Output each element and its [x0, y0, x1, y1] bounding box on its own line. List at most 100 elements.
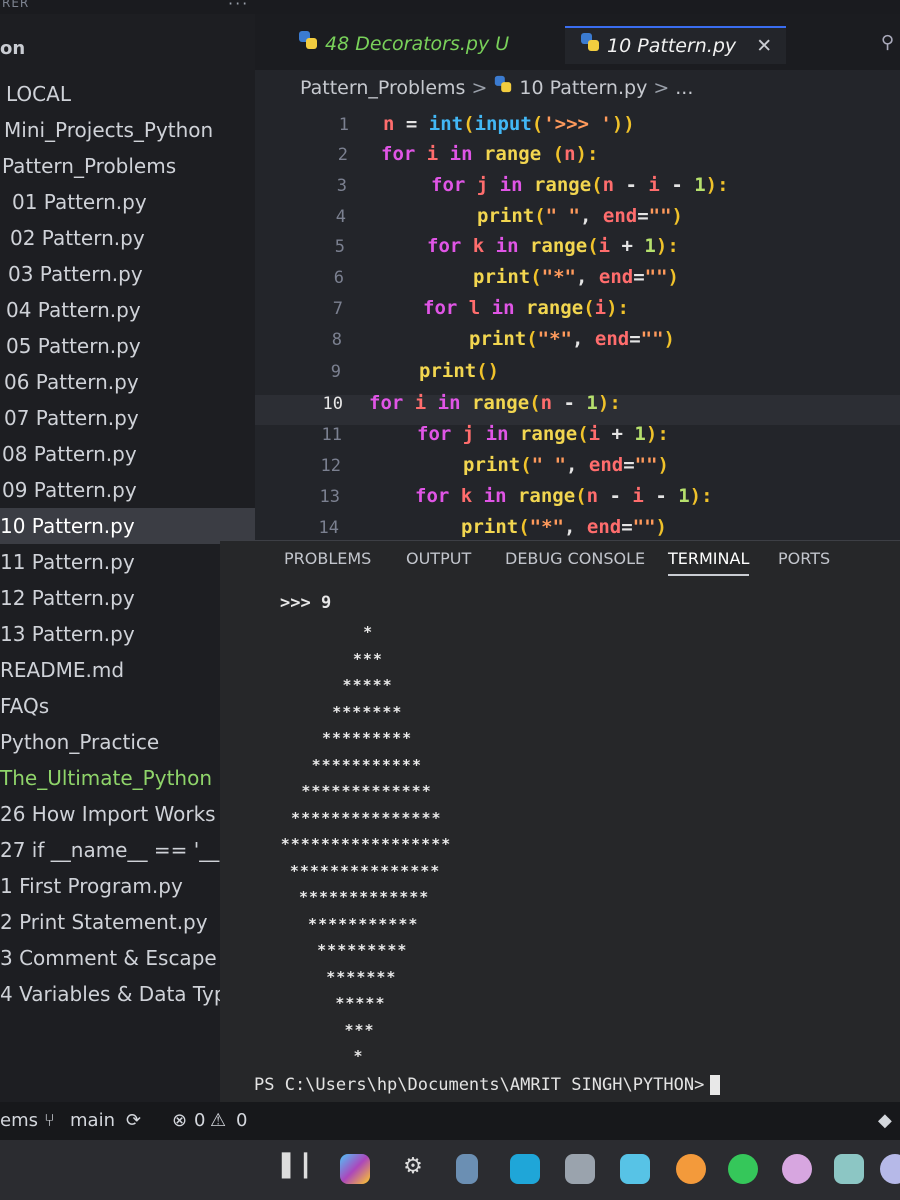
sidebar-item[interactable]: 12 Pattern.py [0, 580, 255, 616]
sidebar-item[interactable]: 01 Pattern.py [0, 184, 255, 220]
terminal-output-line: *** [352, 649, 383, 668]
close-icon[interactable]: ✕ [756, 35, 772, 57]
sidebar-item[interactable]: The_Ultimate_Python [0, 760, 255, 796]
app-icon[interactable] [620, 1154, 650, 1184]
terminal-output-line: *********** [308, 914, 419, 933]
app-icon[interactable] [782, 1154, 812, 1184]
sidebar-item[interactable]: LOCAL [0, 76, 255, 112]
terminal-prompt[interactable]: PS C:\Users\hp\Documents\AMRIT SINGH\PYT… [254, 1075, 721, 1095]
whatsapp-icon[interactable] [728, 1154, 758, 1184]
code-line-5: for k in range(i + 1): [427, 235, 679, 257]
breadcrumb-symbol[interactable]: ... [675, 77, 693, 99]
tab-debug-console[interactable]: DEBUG CONSOLE [505, 549, 645, 568]
sidebar-item[interactable]: Mini_Projects_Python [0, 112, 255, 148]
sidebar-item[interactable]: 02 Pattern.py [0, 220, 255, 256]
sidebar-item[interactable]: 11 Pattern.py [0, 544, 255, 580]
os-taskbar: ▌┃ ⚙ [0, 1140, 900, 1200]
sidebar-item-label: 07 Pattern.py [4, 406, 139, 430]
sidebar-item-label: 13 Pattern.py [0, 622, 135, 646]
line-number: 14 [318, 518, 339, 538]
line-number: 8 [331, 330, 342, 350]
app-icon[interactable] [834, 1154, 864, 1184]
code-line-13: for k in range(n - i - 1): [415, 485, 713, 507]
breadcrumb-folder[interactable]: Pattern_Problems [300, 77, 465, 99]
sidebar-item[interactable]: 3 Comment & Escape S... [0, 940, 255, 976]
line-number: 5 [334, 237, 345, 257]
line-number: 4 [335, 207, 346, 227]
code-line-7: for l in range(i): [423, 297, 629, 319]
search-icon[interactable]: ⚲ [881, 32, 894, 53]
terminal-output-line: * [363, 623, 374, 641]
sidebar-item[interactable]: 1 First Program.py [0, 868, 255, 904]
terminal-output-line: *** [344, 1020, 375, 1039]
copilot-icon[interactable] [340, 1154, 370, 1184]
line-number: 12 [320, 456, 341, 476]
code-line-9: print() [419, 360, 500, 382]
app-icon[interactable] [880, 1154, 900, 1184]
sync-icon[interactable]: ⟳ [126, 1110, 141, 1131]
sidebar-item[interactable]: 26 How Import Works [0, 796, 255, 832]
file-explorer-icon[interactable] [456, 1154, 478, 1184]
tab-terminal[interactable]: TERMINAL [668, 549, 750, 576]
sidebar-item[interactable]: 09 Pattern.py [0, 472, 255, 508]
code-line-10: for i in range(n - 1): [369, 392, 621, 414]
git-branch-icon: ⑂ [44, 1110, 55, 1131]
sidebar-item[interactable]: 10 Pattern.py [0, 508, 255, 544]
terminal-output-line: ***** [342, 676, 393, 694]
terminal-output-line: ************* [298, 888, 430, 906]
git-branch[interactable]: main [70, 1110, 115, 1131]
browser-icon[interactable] [676, 1154, 706, 1184]
terminal-output-line: ***************** [280, 835, 452, 853]
sidebar-item-label: 2 Print Statement.py [0, 910, 208, 934]
store-icon[interactable] [510, 1154, 540, 1184]
sidebar-item[interactable]: 04 Pattern.py [0, 292, 255, 328]
explorer-sidebar: on LOCAL Mini_Projects_Python Pattern_Prob… [0, 14, 255, 1102]
python-icon [493, 75, 513, 99]
status-label[interactable]: ems [0, 1110, 38, 1131]
sidebar-item-label: 05 Pattern.py [6, 334, 141, 358]
settings-gear-icon[interactable]: ⚙ [398, 1154, 428, 1184]
sidebar-item[interactable]: 13 Pattern.py [0, 616, 255, 652]
breadcrumb: Pattern_Problems > 10 Pattern.py >... [300, 74, 693, 99]
sidebar-item[interactable]: 05 Pattern.py [0, 328, 255, 364]
explorer-title: RER [2, 0, 30, 10]
task-view-icon[interactable]: ▌┃ [282, 1154, 312, 1184]
app-icon[interactable] [565, 1154, 595, 1184]
sidebar-item[interactable]: 4 Variables & Data Typ... [0, 976, 255, 1012]
line-number: 1 [338, 115, 349, 135]
line-number: 9 [330, 362, 341, 382]
terminal-output-line: ************* [301, 782, 432, 800]
sidebar-item[interactable]: Pattern_Problems [0, 148, 255, 184]
line-number: 3 [336, 176, 347, 196]
terminal-cursor [710, 1075, 721, 1095]
sidebar-item[interactable]: Python_Practice [0, 724, 255, 760]
terminal-output-line: *************** [289, 861, 441, 880]
code-line-14: print("*", end="") [461, 516, 667, 538]
sidebar-item[interactable]: README.md [0, 652, 255, 688]
tab-output[interactable]: OUTPUT [406, 549, 471, 568]
error-count[interactable]: 0 [194, 1110, 205, 1131]
sidebar-item[interactable]: FAQs [0, 688, 255, 724]
more-actions-icon[interactable]: ··· [228, 0, 249, 13]
sidebar-item[interactable]: 07 Pattern.py [0, 400, 255, 436]
code-line-11: for j in range(i + 1): [417, 423, 669, 445]
sidebar-item[interactable]: 03 Pattern.py [0, 256, 255, 292]
sidebar-item[interactable]: 06 Pattern.py [0, 364, 255, 400]
sidebar-item-label: 06 Pattern.py [4, 370, 139, 394]
tab-problems[interactable]: PROBLEMS [284, 549, 371, 568]
sidebar-item[interactable]: 27 if __name__ == '__ma... [0, 832, 255, 868]
sidebar-item-label: 3 Comment & Escape S... [0, 946, 255, 970]
file-tree: LOCAL Mini_Projects_Python Pattern_Problem… [0, 76, 255, 1012]
terminal-output-line: ********* [321, 729, 413, 747]
line-number: 7 [332, 299, 343, 319]
sidebar-item[interactable]: 08 Pattern.py [0, 436, 255, 472]
terminal-output-line: * [353, 1047, 364, 1065]
breadcrumb-file[interactable]: 10 Pattern.py [519, 77, 647, 99]
tab-ports[interactable]: PORTS [778, 549, 830, 568]
tab-pattern-10[interactable]: 10 Pattern.py ✕ [565, 26, 787, 64]
sidebar-item[interactable]: 2 Print Statement.py [0, 904, 255, 940]
sidebar-item-label: 09 Pattern.py [2, 478, 137, 502]
notification-icon[interactable]: ◆ [878, 1110, 892, 1131]
tab-decorators[interactable]: 48 Decorators.py U [297, 26, 509, 62]
warning-count[interactable]: 0 [236, 1110, 247, 1131]
